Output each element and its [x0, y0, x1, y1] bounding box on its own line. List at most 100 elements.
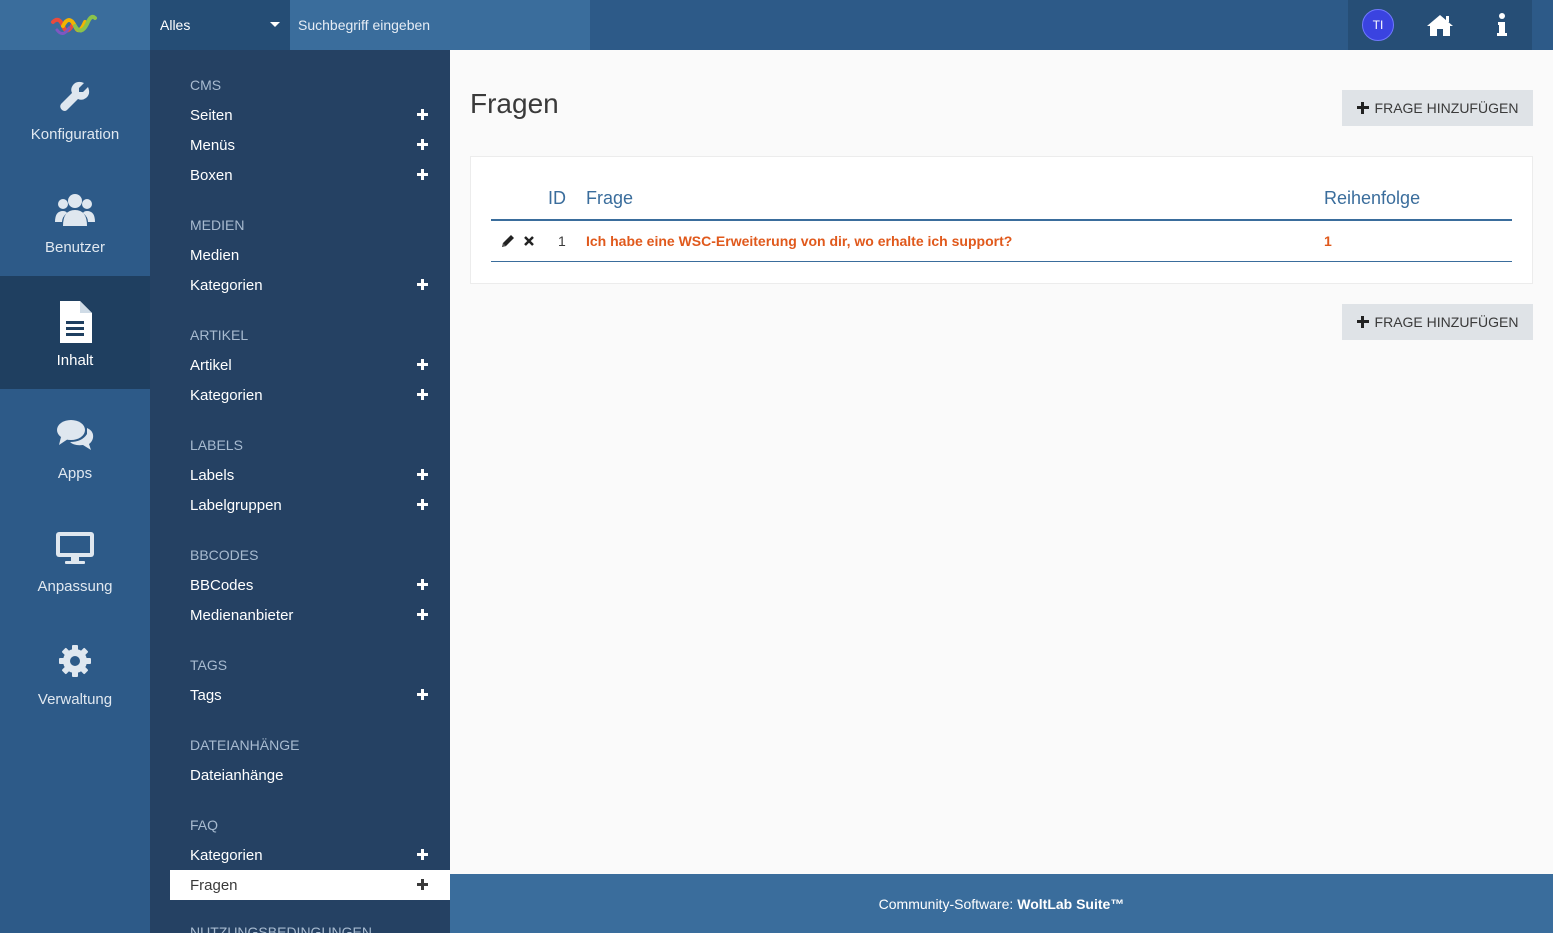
sub-menu-item-label: Tags — [190, 686, 222, 704]
file-text-icon — [58, 301, 92, 343]
sub-menu-item-label: Kategorien — [190, 386, 263, 404]
column-header-question[interactable]: Frage — [586, 188, 633, 209]
row-id: 1 — [558, 233, 566, 249]
sub-menu-item-artikel-kategorien[interactable]: Kategorien — [170, 380, 450, 410]
sub-menu-category: BBCodes — [190, 547, 259, 563]
wrench-icon — [58, 76, 92, 116]
plus-icon[interactable] — [416, 848, 430, 862]
search-scope-select[interactable]: Alles — [150, 0, 290, 50]
avatar[interactable]: TI — [1362, 9, 1394, 41]
chevron-down-icon — [270, 22, 280, 27]
sub-menu-category: Artikel — [190, 327, 249, 343]
home-icon[interactable] — [1426, 11, 1454, 39]
main-menu-label: Konfiguration — [30, 126, 120, 143]
footer-brand-link[interactable]: WoltLab Suite™ — [1017, 896, 1124, 912]
plus-icon[interactable] — [416, 608, 430, 622]
plus-icon — [1356, 316, 1369, 328]
sub-menu-item-tags[interactable]: Tags — [170, 680, 450, 710]
sub-menu-category: FAQ — [190, 817, 219, 833]
add-question-label: Frage hinzufügen — [1374, 100, 1519, 116]
sub-menu-item-label: Medien — [190, 246, 240, 264]
page-title: Fragen — [470, 88, 559, 119]
info-icon[interactable] — [1488, 11, 1516, 39]
main-menu-label: Inhalt — [56, 352, 94, 369]
users-icon — [55, 189, 95, 229]
search-input[interactable] — [290, 0, 590, 50]
sub-menu-item-label: Boxen — [190, 166, 233, 184]
woltlab-logo-icon — [51, 14, 97, 35]
sub-menu-item-medienanbieter[interactable]: Medienanbieter — [170, 600, 450, 630]
sub-menu-item-labelgruppen[interactable]: Labelgruppen — [170, 490, 450, 520]
sub-menu-item-label: Fragen — [190, 876, 238, 894]
sub-menu-category: Nutzungsbedingungen — [190, 924, 373, 933]
sub-menu: CMS Seiten Menüs Boxen Medien Medien Kat… — [150, 50, 450, 933]
main-menu-label: Anpassung — [37, 578, 113, 595]
main-menu-item-apps[interactable]: Apps — [0, 389, 150, 502]
footer-prefix: Community-Software: — [878, 895, 1014, 912]
table-row-divider — [491, 261, 1512, 262]
main-menu-item-benutzer[interactable]: Benutzer — [0, 163, 150, 276]
main-menu-item-konfiguration[interactable]: Konfiguration — [0, 50, 150, 163]
avatar-initials: TI — [1372, 18, 1384, 32]
main-menu-label: Benutzer — [44, 239, 106, 256]
logo[interactable] — [0, 0, 150, 50]
sub-menu-item-label: Labels — [190, 466, 235, 484]
plus-icon[interactable] — [416, 138, 430, 152]
search-scope-label: Alles — [160, 17, 191, 33]
column-header-id[interactable]: ID — [548, 188, 566, 209]
plus-icon[interactable] — [416, 168, 430, 182]
plus-icon — [1356, 102, 1369, 114]
sub-menu-item-bbcodes[interactable]: BBCodes — [170, 570, 450, 600]
sub-menu-item-label: Menüs — [190, 136, 236, 154]
sub-menu-item-label: Medienanbieter — [190, 606, 294, 624]
add-question-label: Frage hinzufügen — [1374, 314, 1519, 330]
sub-menu-category: Medien — [190, 217, 245, 233]
gear-icon — [58, 641, 92, 681]
sub-menu-item-fragen[interactable]: Fragen — [170, 870, 450, 900]
sub-menu-item-label: BBCodes — [190, 576, 254, 594]
column-header-order[interactable]: Reihenfolge — [1324, 188, 1420, 209]
plus-icon[interactable] — [416, 358, 430, 372]
main-menu-item-verwaltung[interactable]: Verwaltung — [0, 615, 150, 728]
sub-menu-item-dateianhaenge[interactable]: Dateianhänge — [170, 760, 450, 790]
plus-icon[interactable] — [416, 688, 430, 702]
sub-menu-item-label: Kategorien — [190, 846, 263, 864]
desktop-icon — [55, 528, 95, 568]
question-link[interactable]: Ich habe eine WSC-Erweiterung von dir, w… — [586, 233, 1012, 249]
sub-menu-category: Tags — [190, 657, 228, 673]
sub-menu-category: CMS — [190, 77, 222, 93]
row-order: 1 — [1324, 233, 1332, 249]
plus-icon[interactable] — [416, 388, 430, 402]
sub-menu-item-seiten[interactable]: Seiten — [170, 100, 450, 130]
main-menu-label: Apps — [57, 465, 93, 482]
sub-menu-item-label: Artikel — [190, 356, 232, 374]
delete-icon[interactable] — [522, 234, 536, 251]
sub-menu-item-label: Seiten — [190, 106, 233, 124]
sub-menu-item-label: Kategorien — [190, 276, 263, 294]
sub-menu-item-menus[interactable]: Menüs — [170, 130, 450, 160]
edit-icon[interactable] — [501, 234, 515, 251]
plus-icon[interactable] — [416, 578, 430, 592]
plus-icon[interactable] — [416, 878, 430, 892]
sub-menu-item-labels[interactable]: Labels — [170, 460, 450, 490]
main-menu-item-inhalt[interactable]: Inhalt — [0, 276, 150, 389]
add-question-button-bottom[interactable]: Frage hinzufügen — [1342, 304, 1533, 340]
sub-menu-category: Labels — [190, 437, 243, 453]
plus-icon[interactable] — [416, 468, 430, 482]
sub-menu-category: Dateianhänge — [190, 737, 300, 753]
sub-menu-item-boxen[interactable]: Boxen — [170, 160, 450, 190]
footer: Community-Software: WoltLab Suite™ — [450, 874, 1553, 933]
plus-icon[interactable] — [416, 108, 430, 122]
table-header-divider — [491, 219, 1512, 221]
sub-menu-item-faq-kategorien[interactable]: Kategorien — [170, 840, 450, 870]
main-menu-label: Verwaltung — [37, 691, 113, 708]
sub-menu-item-medien[interactable]: Medien — [170, 240, 450, 270]
plus-icon[interactable] — [416, 278, 430, 292]
add-question-button[interactable]: Frage hinzufügen — [1342, 90, 1533, 126]
sub-menu-item-artikel[interactable]: Artikel — [170, 350, 450, 380]
main-menu-item-anpassung[interactable]: Anpassung — [0, 502, 150, 615]
sub-menu-item-medien-kategorien[interactable]: Kategorien — [170, 270, 450, 300]
sub-menu-item-label: Dateianhänge — [190, 766, 284, 784]
plus-icon[interactable] — [416, 498, 430, 512]
sub-menu-item-label: Labelgruppen — [190, 496, 282, 514]
